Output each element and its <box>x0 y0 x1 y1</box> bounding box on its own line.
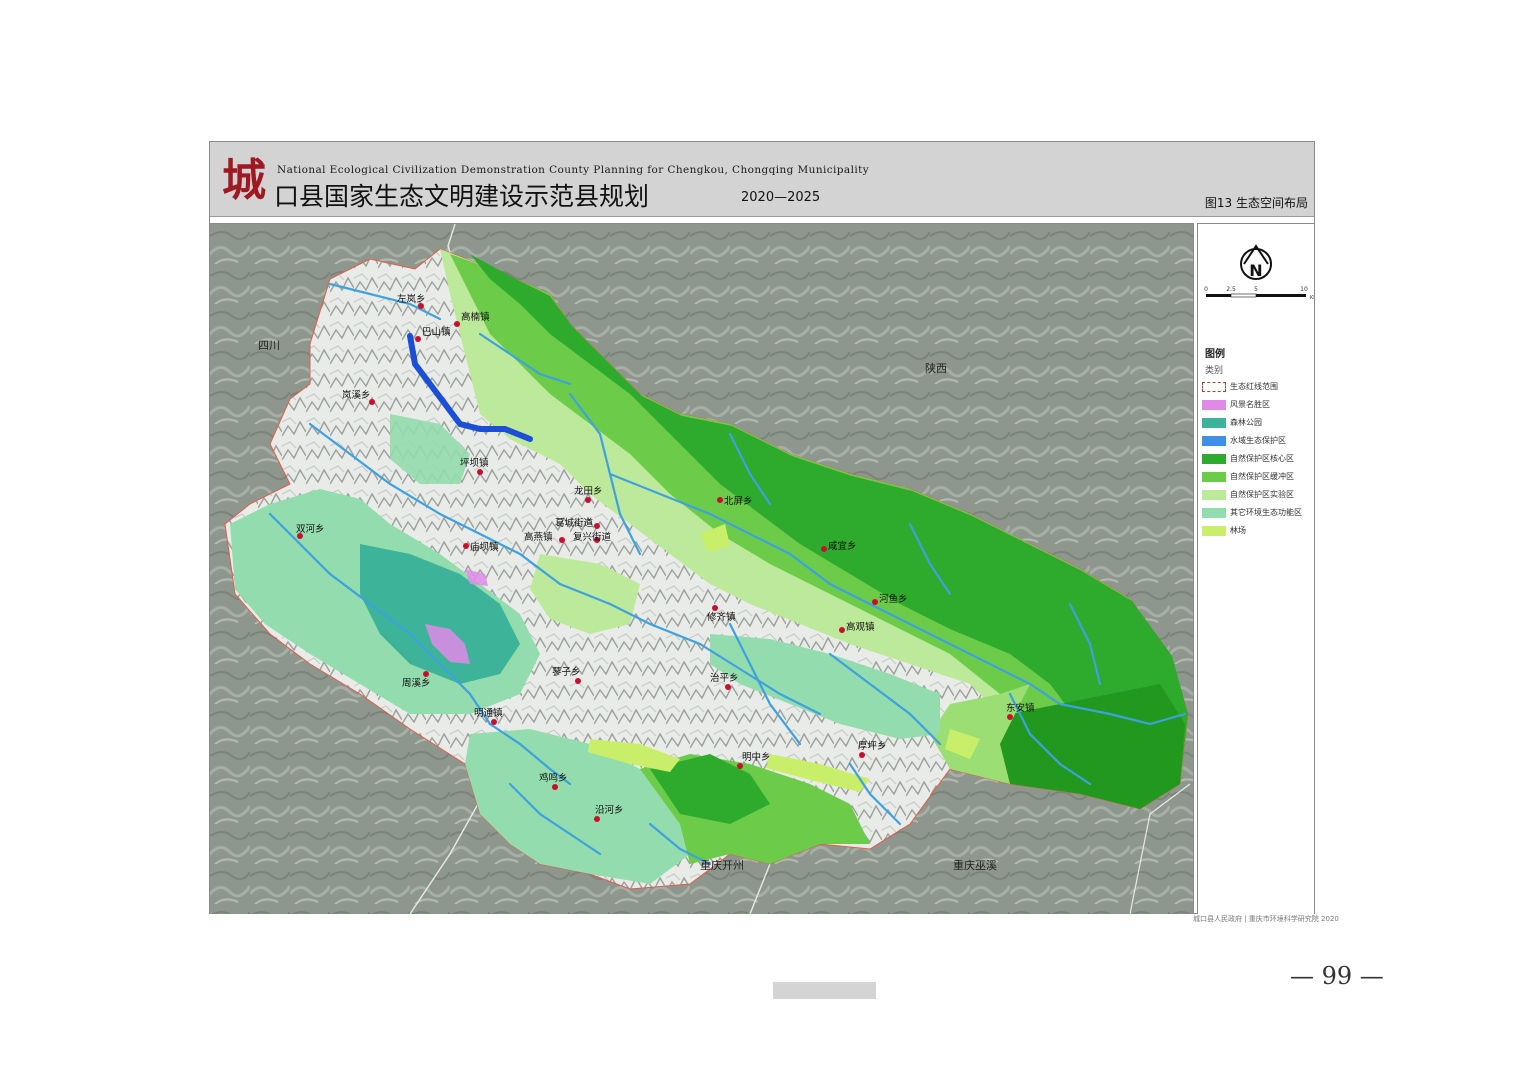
footer-gray-bar <box>773 982 876 999</box>
svg-text:东安镇: 东安镇 <box>1006 702 1035 714</box>
scale-bar: 0 2.5 5 10 KM <box>1204 286 1314 301</box>
legend-swatch <box>1202 436 1226 446</box>
svg-text:蓼子乡: 蓼子乡 <box>552 666 581 678</box>
svg-text:葛城街道: 葛城街道 <box>555 517 594 529</box>
svg-text:周溪乡: 周溪乡 <box>402 677 431 689</box>
legend-swatch <box>1202 382 1226 392</box>
svg-text:复兴街道: 复兴街道 <box>573 531 612 543</box>
legend-item-forest-farm: 林场 <box>1202 524 1314 538</box>
legend-item-eco-function: 其它环境生态功能区 <box>1202 506 1314 520</box>
english-title: National Ecological Civilization Demonst… <box>277 164 870 176</box>
figure-label: 图13 生态空间布局 <box>1204 196 1308 210</box>
svg-text:巴山镇: 巴山镇 <box>422 326 451 338</box>
town-fuxing: 复兴街道 <box>573 531 612 543</box>
svg-text:岚溪乡: 岚溪乡 <box>342 389 371 401</box>
plan-years: 2020—2025 <box>741 190 821 205</box>
legend-title: 图例 <box>1205 349 1225 360</box>
svg-text:2.5: 2.5 <box>1226 286 1236 293</box>
svg-text:坪坝镇: 坪坝镇 <box>460 457 489 469</box>
svg-text:明中乡: 明中乡 <box>742 751 771 763</box>
map-credit: 城口县人民政府 | 重庆市环境科学研究院 2020 <box>1193 915 1339 923</box>
legend-item-forest-park: 森林公园 <box>1202 416 1314 430</box>
svg-text:高观镇: 高观镇 <box>846 621 875 633</box>
svg-text:北屏乡: 北屏乡 <box>724 496 753 507</box>
legend-panel: N 0 2.5 5 10 KM 图例 类别 生态红线范围 风景名胜区 <box>1197 223 1314 914</box>
svg-text:明通镇: 明通镇 <box>474 707 503 719</box>
figure-header: 城 National Ecological Civilization Demon… <box>210 142 1314 217</box>
svg-text:沿河乡: 沿河乡 <box>595 804 624 816</box>
legend-item-experimental: 自然保护区实验区 <box>1202 488 1314 502</box>
page-number: — 99 — <box>1290 962 1384 990</box>
svg-text:左岚乡: 左岚乡 <box>397 293 426 305</box>
svg-text:修齐镇: 修齐镇 <box>707 611 736 623</box>
svg-text:治平乡: 治平乡 <box>710 672 739 684</box>
title-logo-character: 城 <box>222 155 266 206</box>
region-label-wuxi: 重庆巫溪 <box>953 858 997 872</box>
legend-swatch <box>1202 472 1226 482</box>
map-figure-frame: 城 National Ecological Civilization Demon… <box>209 141 1315 914</box>
svg-text:庙坝镇: 庙坝镇 <box>470 541 499 553</box>
svg-text:N: N <box>1249 261 1262 280</box>
svg-text:KM: KM <box>1310 295 1314 301</box>
legend-item-buffer: 自然保护区缓冲区 <box>1202 470 1314 484</box>
svg-text:厚坪乡: 厚坪乡 <box>858 740 887 752</box>
legend-swatch <box>1202 508 1226 518</box>
svg-text:0: 0 <box>1204 286 1208 293</box>
region-label-sichuan: 四川 <box>258 339 280 352</box>
legend-swatch <box>1202 490 1226 500</box>
legend-item-core: 自然保护区核心区 <box>1202 452 1314 466</box>
svg-text:10: 10 <box>1300 286 1308 293</box>
ecological-space-map: 四川 陕西 重庆开州 重庆巫溪 左岚乡 高楠镇 巴山镇 岚溪乡 坪坝镇 龙田乡 … <box>210 223 1194 914</box>
legend-swatch <box>1202 454 1226 464</box>
svg-text:高楠镇: 高楠镇 <box>461 311 490 323</box>
region-label-kaizhou: 重庆开州 <box>700 858 744 872</box>
legend-subtitle: 类别 <box>1205 366 1224 376</box>
region-label-shaanxi: 陕西 <box>925 361 947 375</box>
legend-swatch <box>1202 418 1226 428</box>
north-arrow-icon: N <box>1240 244 1272 280</box>
legend-swatch <box>1202 400 1226 410</box>
legend-item-water: 水域生态保护区 <box>1202 434 1314 448</box>
svg-text:5: 5 <box>1254 286 1258 293</box>
svg-text:河鱼乡: 河鱼乡 <box>879 593 908 605</box>
legend-item-redline: 生态红线范围 <box>1202 380 1314 394</box>
compass-and-scale: N 0 2.5 5 10 KM <box>1204 244 1314 301</box>
map-svg: 四川 陕西 重庆开州 重庆巫溪 左岚乡 高楠镇 巴山镇 岚溪乡 坪坝镇 龙田乡 … <box>210 224 1193 914</box>
chinese-title: 口县国家生态文明建设示范县规划 <box>274 182 650 211</box>
svg-text:鸡鸣乡: 鸡鸣乡 <box>539 772 568 784</box>
svg-text:龙田乡: 龙田乡 <box>574 485 603 497</box>
legend-item-scenic: 风景名胜区 <box>1202 398 1314 412</box>
svg-text:高燕镇: 高燕镇 <box>524 531 553 543</box>
svg-text:咸宜乡: 咸宜乡 <box>828 540 857 552</box>
svg-text:双河乡: 双河乡 <box>296 523 325 535</box>
legend-swatch <box>1202 526 1226 536</box>
